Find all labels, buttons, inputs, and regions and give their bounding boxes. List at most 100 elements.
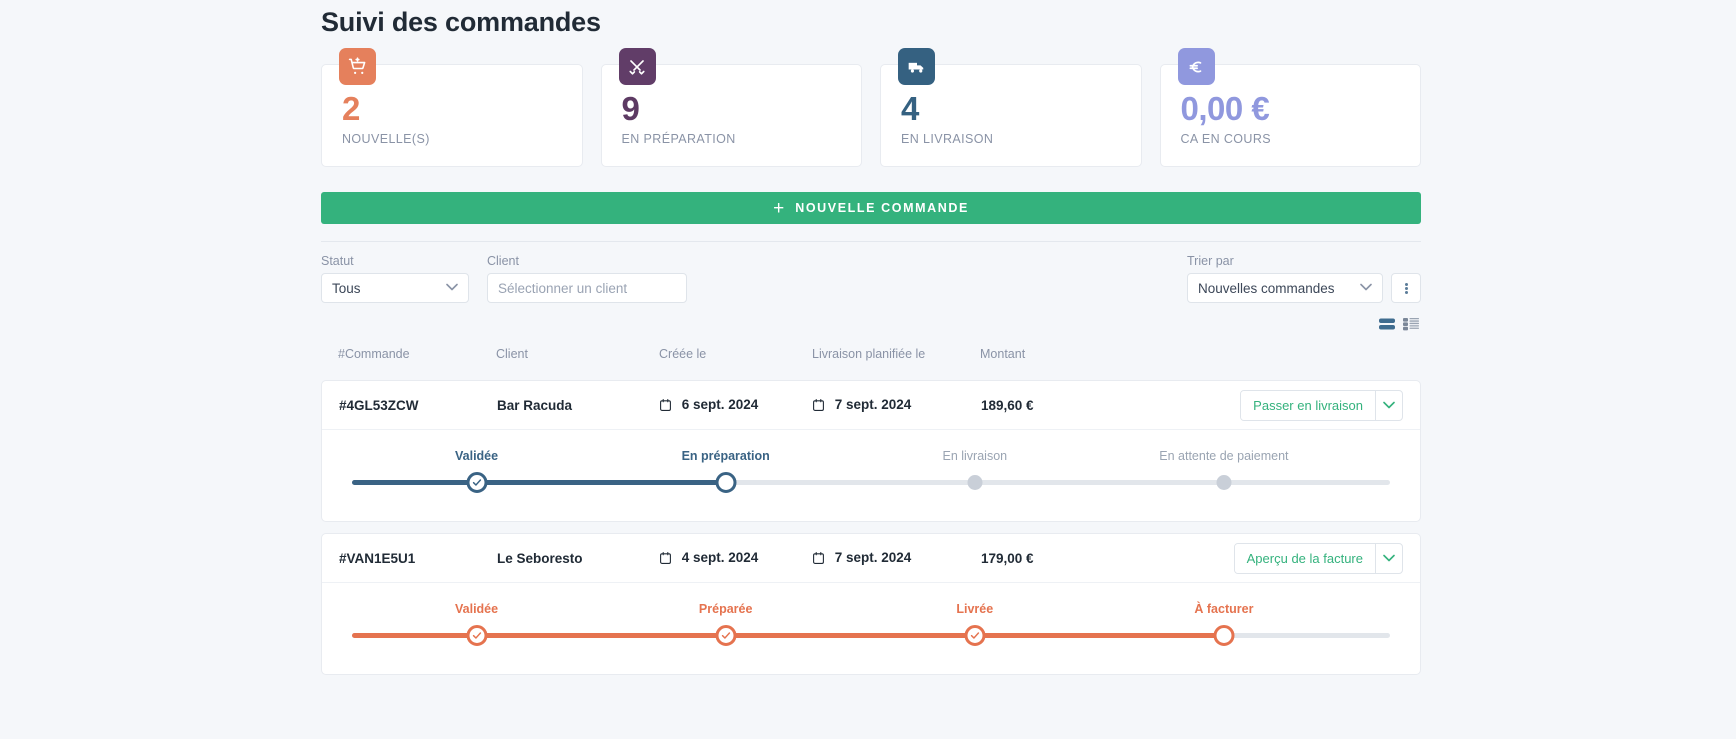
filters-bar: Statut Tous Client Sélectionner un clien… <box>321 254 1421 303</box>
stat-label: NOUVELLE(S) <box>342 132 430 146</box>
order-id: #VAN1E5U1 <box>339 550 416 566</box>
step-label: En livraison <box>942 449 1008 463</box>
filter-client: Client Sélectionner un client <box>487 254 687 303</box>
table-header: #Commande Client Créée le Livraison plan… <box>321 339 1421 369</box>
order-actions: Passer en livraison <box>1111 389 1403 421</box>
stat-label: EN LIVRAISON <box>901 132 994 146</box>
order-primary-action-button[interactable]: Passer en livraison <box>1241 390 1375 420</box>
stepper-dot-validee[interactable] <box>466 472 488 493</box>
stepper-track-fill <box>352 480 726 485</box>
stat-value: 0,00 € <box>1180 90 1270 127</box>
order-delivery-date: 7 sept. 2024 <box>813 550 981 567</box>
stepper-dot-en-livraison[interactable] <box>967 475 983 490</box>
filter-trier-par-label: Trier par <box>1187 254 1234 268</box>
chevron-down-icon[interactable] <box>1375 543 1402 573</box>
stat-value: 9 <box>621 90 640 127</box>
compact-view-icon[interactable] <box>1379 317 1395 331</box>
statut-select-value: Tous <box>332 280 361 296</box>
column-header-client: Client <box>496 347 528 361</box>
step-label: Préparée <box>698 602 753 616</box>
stat-card-en-preparation: 9 EN PRÉPARATION <box>600 48 862 167</box>
order-client: Bar Racuda <box>497 397 573 413</box>
new-order-button[interactable]: + NOUVELLE COMMANDE <box>321 192 1421 224</box>
filter-statut: Statut Tous <box>321 254 469 303</box>
page-content: Suivi des commandes 2 NOUVELLE(S) 9 EN P… <box>321 0 1421 675</box>
order-created-date: 4 sept. 2024 <box>660 550 813 567</box>
order-amount: 179,00 € <box>981 550 1034 566</box>
table-row[interactable]: #VAN1E5U1 Le Seboresto 4 sept. 2024 7 se… <box>322 534 1420 582</box>
order-primary-action-button[interactable]: Aperçu de la facture <box>1234 543 1375 573</box>
stepper: Validée En préparation En livraison En a… <box>352 449 1390 495</box>
column-header-montant: Montant <box>980 347 1026 361</box>
trier-par-select[interactable]: Nouvelles commandes <box>1187 273 1383 303</box>
view-toggle-group <box>321 317 1421 331</box>
filter-trier-par: Trier par Nouvelles commandes <box>1187 254 1383 303</box>
new-order-button-label: NOUVELLE COMMANDE <box>795 201 969 215</box>
order-id: #4GL53ZCW <box>339 397 419 413</box>
step-label: À facturer <box>1194 602 1254 616</box>
truck-icon <box>898 48 935 85</box>
trier-par-select-value: Nouvelles commandes <box>1198 280 1335 296</box>
calendar-icon <box>660 551 671 567</box>
calendar-icon <box>813 398 824 414</box>
stepper-dot-livree[interactable] <box>964 625 986 646</box>
table-row[interactable]: #4GL53ZCW Bar Racuda 6 sept. 2024 7 sept… <box>322 381 1420 429</box>
stepper-dot-preparee[interactable] <box>715 625 737 646</box>
kebab-menu-icon[interactable] <box>1391 273 1421 303</box>
order-created-date: 6 sept. 2024 <box>660 397 813 414</box>
order-progress-stepper: Validée Préparée Livrée À facturer <box>322 582 1420 674</box>
order-delivery-date: 7 sept. 2024 <box>813 397 981 414</box>
order-client: Le Seboresto <box>497 550 583 566</box>
stat-value: 4 <box>901 90 919 127</box>
stepper-labels: Validée Préparée Livrée À facturer <box>352 602 1390 620</box>
order-progress-stepper: Validée En préparation En livraison En a… <box>322 429 1420 521</box>
euro-icon <box>1177 48 1215 85</box>
client-input-wrap[interactable]: Sélectionner un client <box>487 273 687 303</box>
stepper: Validée Préparée Livrée À facturer <box>352 602 1390 648</box>
stat-value: 2 <box>342 90 360 127</box>
stepper-dot-a-facturer[interactable] <box>1213 625 1235 646</box>
step-label: Validée <box>455 602 499 616</box>
step-label: Validée <box>455 449 499 463</box>
step-label: Livrée <box>956 602 994 616</box>
stepper-dot-validee[interactable] <box>466 625 488 646</box>
calendar-icon <box>660 398 671 414</box>
page-title: Suivi des commandes <box>321 7 601 37</box>
stats-row: 2 NOUVELLE(S) 9 EN PRÉPARATION 4 EN LIVR… <box>321 48 1421 167</box>
order-delivery-date-text: 7 sept. 2024 <box>834 396 912 412</box>
column-header-livraison-planifiee: Livraison planifiée le <box>812 347 926 361</box>
filters-right-group: Trier par Nouvelles commandes <box>1187 254 1421 303</box>
stepper-dot-en-attente-de-paiement[interactable] <box>1216 475 1232 490</box>
stat-card-nouvelles: 2 NOUVELLE(S) <box>321 48 583 167</box>
column-header-creee-le: Créée le <box>659 347 707 361</box>
client-input-placeholder: Sélectionner un client <box>498 280 628 296</box>
calendar-icon <box>813 551 824 567</box>
order-action-split-button: Passer en livraison <box>1240 389 1403 421</box>
stepper-dot-en-preparation[interactable] <box>715 472 737 493</box>
stat-card-ca-en-cours: 0,00 € CA EN COURS <box>1159 48 1421 167</box>
stat-label: EN PRÉPARATION <box>621 132 736 146</box>
tools-icon <box>618 48 656 85</box>
order-action-split-button: Aperçu de la facture <box>1233 542 1403 574</box>
stat-label: CA EN COURS <box>1180 132 1272 146</box>
order-created-date-text: 6 sept. 2024 <box>681 396 759 412</box>
order-actions: Aperçu de la facture <box>1111 542 1403 574</box>
section-divider <box>321 241 1421 242</box>
order-created-date-text: 4 sept. 2024 <box>681 549 759 565</box>
step-label: En préparation <box>681 449 770 463</box>
chevron-down-icon[interactable] <box>1375 390 1402 420</box>
list-view-icon[interactable] <box>1403 317 1419 331</box>
step-label: En attente de paiement <box>1159 449 1289 463</box>
statut-select[interactable]: Tous <box>321 273 469 303</box>
stepper-labels: Validée En préparation En livraison En a… <box>352 449 1390 467</box>
orders-tracking-page: Suivi des commandes 2 NOUVELLE(S) 9 EN P… <box>0 0 1736 739</box>
order-amount: 189,60 € <box>981 397 1034 413</box>
chevron-down-icon <box>446 283 458 294</box>
filter-statut-label: Statut <box>321 254 354 268</box>
filter-client-label: Client <box>487 254 519 268</box>
plus-icon: + <box>773 197 785 219</box>
order-delivery-date-text: 7 sept. 2024 <box>834 549 912 565</box>
chevron-down-icon <box>1360 283 1372 294</box>
column-header-commande: #Commande <box>338 347 410 361</box>
stat-card-en-livraison: 4 EN LIVRAISON <box>880 48 1142 167</box>
